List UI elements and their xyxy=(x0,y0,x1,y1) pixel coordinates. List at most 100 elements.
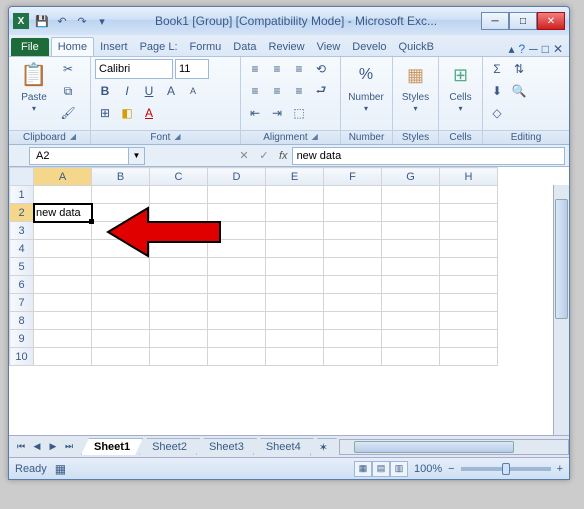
clipboard-launcher[interactable]: ◢ xyxy=(70,132,76,143)
close-button[interactable]: ✕ xyxy=(537,12,565,30)
border-button[interactable]: ⊞ xyxy=(95,103,115,123)
tab-developer[interactable]: Develo xyxy=(346,38,392,56)
cell[interactable] xyxy=(382,258,440,276)
cell[interactable] xyxy=(440,312,498,330)
cell[interactable] xyxy=(266,276,324,294)
column-header[interactable]: G xyxy=(382,168,440,186)
doc-close-icon[interactable]: ✕ xyxy=(553,42,563,56)
cell[interactable] xyxy=(150,258,208,276)
zoom-level[interactable]: 100% xyxy=(414,463,442,475)
cell[interactable] xyxy=(150,222,208,240)
bold-button[interactable]: B xyxy=(95,81,115,101)
align-left-button[interactable]: ≡ xyxy=(245,81,265,101)
cell[interactable] xyxy=(382,186,440,204)
page-break-view-button[interactable]: ▥ xyxy=(390,461,408,477)
cell[interactable] xyxy=(440,240,498,258)
cell[interactable] xyxy=(208,204,266,222)
maximize-button[interactable]: □ xyxy=(509,12,537,30)
qat-customize[interactable]: ▾ xyxy=(93,12,111,30)
cell[interactable] xyxy=(324,348,382,366)
sheet-tab[interactable]: Sheet1 xyxy=(81,438,143,455)
next-sheet-button[interactable]: ▶ xyxy=(45,439,61,455)
shrink-font-button[interactable]: A xyxy=(183,81,203,101)
cell[interactable] xyxy=(92,204,150,222)
column-header[interactable]: B xyxy=(92,168,150,186)
cell[interactable] xyxy=(382,240,440,258)
wrap-text-button[interactable]: ⮐ xyxy=(311,81,331,101)
doc-minimize-icon[interactable]: ─ xyxy=(529,42,538,56)
cell[interactable] xyxy=(150,294,208,312)
font-launcher[interactable]: ◢ xyxy=(174,132,180,143)
cell[interactable] xyxy=(34,330,92,348)
row-header[interactable]: 4 xyxy=(10,240,34,258)
cell[interactable] xyxy=(440,276,498,294)
formula-bar[interactable]: new data xyxy=(292,147,565,165)
first-sheet-button[interactable]: ⏮ xyxy=(13,439,29,455)
cell[interactable] xyxy=(92,186,150,204)
align-bottom-button[interactable]: ≡ xyxy=(289,59,309,79)
cell[interactable] xyxy=(92,258,150,276)
zoom-in-button[interactable]: + xyxy=(557,463,563,475)
last-sheet-button[interactable]: ⏭ xyxy=(61,439,77,455)
doc-restore-icon[interactable]: □ xyxy=(542,42,549,56)
tab-quickbooks[interactable]: QuickB xyxy=(393,38,440,56)
find-button[interactable]: 🔍 xyxy=(509,81,529,101)
cell[interactable] xyxy=(440,330,498,348)
cell[interactable] xyxy=(266,240,324,258)
cell[interactable] xyxy=(34,312,92,330)
cell[interactable] xyxy=(440,204,498,222)
cell[interactable] xyxy=(266,348,324,366)
cancel-formula-icon[interactable]: ✕ xyxy=(235,147,253,165)
align-center-button[interactable]: ≡ xyxy=(267,81,287,101)
cell[interactable] xyxy=(150,330,208,348)
name-box-dropdown[interactable]: ▼ xyxy=(129,147,145,165)
row-header[interactable]: 9 xyxy=(10,330,34,348)
cell[interactable] xyxy=(266,330,324,348)
cell[interactable] xyxy=(324,312,382,330)
cell[interactable] xyxy=(150,348,208,366)
clear-button[interactable]: ◇ xyxy=(487,103,507,123)
font-name-select[interactable] xyxy=(95,59,173,79)
minimize-ribbon-icon[interactable]: ▴ xyxy=(508,42,514,56)
autosum-button[interactable]: Σ xyxy=(487,59,507,79)
cell[interactable] xyxy=(34,348,92,366)
cell[interactable] xyxy=(266,186,324,204)
cell[interactable] xyxy=(208,312,266,330)
cell[interactable] xyxy=(34,294,92,312)
paste-button[interactable]: 📋 Paste ▾ xyxy=(13,59,55,113)
cell[interactable] xyxy=(208,258,266,276)
fill-button[interactable]: ⬇ xyxy=(487,81,507,101)
cell[interactable] xyxy=(150,186,208,204)
cell[interactable] xyxy=(266,258,324,276)
column-header[interactable]: C xyxy=(150,168,208,186)
format-painter-button[interactable]: 🖌 xyxy=(58,103,78,123)
sheet-tab[interactable]: Sheet3 xyxy=(196,438,257,455)
cell[interactable] xyxy=(34,222,92,240)
sort-filter-button[interactable]: ⇅ xyxy=(509,59,529,79)
page-layout-view-button[interactable]: ▤ xyxy=(372,461,390,477)
decrease-indent-button[interactable]: ⇤ xyxy=(245,103,265,123)
cell[interactable] xyxy=(440,222,498,240)
cell[interactable] xyxy=(208,330,266,348)
tab-view[interactable]: View xyxy=(311,38,347,56)
tab-insert[interactable]: Insert xyxy=(94,38,134,56)
cell[interactable] xyxy=(382,330,440,348)
redo-button[interactable]: ↷ xyxy=(73,12,91,30)
align-right-button[interactable]: ≡ xyxy=(289,81,309,101)
cell[interactable] xyxy=(382,222,440,240)
cell[interactable] xyxy=(440,258,498,276)
cells-button[interactable]: ⊞ Cells ▾ xyxy=(443,59,478,113)
cell[interactable] xyxy=(208,294,266,312)
vertical-scrollbar[interactable] xyxy=(553,185,569,435)
sheet-tab[interactable]: Sheet4 xyxy=(253,438,314,455)
row-header[interactable]: 5 xyxy=(10,258,34,276)
cell[interactable] xyxy=(324,294,382,312)
cell[interactable] xyxy=(382,204,440,222)
cell[interactable] xyxy=(440,186,498,204)
font-size-select[interactable] xyxy=(175,59,209,79)
tab-page-layout[interactable]: Page L: xyxy=(134,38,184,56)
number-format-button[interactable]: % Number ▾ xyxy=(345,59,387,113)
row-header[interactable]: 10 xyxy=(10,348,34,366)
file-tab[interactable]: File xyxy=(11,38,49,56)
row-header[interactable]: 1 xyxy=(10,186,34,204)
